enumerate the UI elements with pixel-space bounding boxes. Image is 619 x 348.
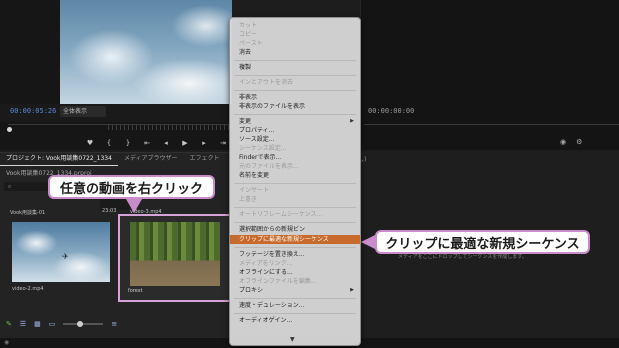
menu-separator <box>234 222 356 223</box>
menu-item-replace-footage[interactable]: フッテージを置き換え... <box>230 250 360 259</box>
program-monitor <box>360 0 619 150</box>
menu-separator <box>234 75 356 76</box>
step-forward-icon[interactable]: ▸ <box>200 139 208 147</box>
go-to-in-icon[interactable]: ⇤ <box>143 139 151 147</box>
menu-item-copy: コピー <box>239 31 258 38</box>
zoom-slider[interactable] <box>63 321 104 327</box>
tab-media-browser[interactable]: メディアブラウザー <box>118 152 184 166</box>
menu-separator <box>234 90 356 91</box>
menu-item-insert: インサート <box>239 187 270 194</box>
timeline-drop-hint: メディアをここにドロップしてシーケンスを作成します。 <box>398 254 527 260</box>
callout-pointer <box>126 199 142 213</box>
item-name: video-2.mp4 <box>12 286 44 292</box>
tab-effects[interactable]: エフェクト <box>184 152 226 166</box>
tab-project[interactable]: プロジェクト: Vook用談集0722_1334 <box>0 152 118 166</box>
bird-icon: ✈ <box>62 252 69 261</box>
menu-item-label: 変更 <box>239 118 252 125</box>
menu-item-audio-gain[interactable]: オーディオゲイン... <box>230 316 360 325</box>
menu-separator <box>234 298 356 299</box>
step-back-icon[interactable]: ◂ <box>162 139 170 147</box>
menu-item-auto-reframe: オートリフレームシーケンス... <box>239 211 323 218</box>
project-bottom-toolbar: ✎ ☰ ▦ ▭ ≡ <box>0 318 232 330</box>
out-point-icon[interactable]: } <box>124 139 132 147</box>
item-name: Vook用談集-01 <box>10 210 46 216</box>
project-panel-tabs: プロジェクト: Vook用談集0722_1334 メディアブラウザー エフェクト <box>0 152 232 166</box>
menu-item-reveal-in-finder[interactable]: Finderで表示... <box>230 153 360 162</box>
thumb-video-2[interactable]: ✈ <box>12 222 110 282</box>
menu-item-speed-duration[interactable]: 速度・デュレーション... <box>230 301 360 310</box>
menu-separator <box>234 114 356 115</box>
callout-right-click: 任意の動画を右クリック <box>48 175 215 199</box>
menu-item-show-hidden[interactable]: 非表示のファイルを表示 <box>230 102 360 111</box>
menu-item-link-media: メディアをリンク... <box>239 260 293 267</box>
play-icon[interactable]: ▶ <box>181 139 189 147</box>
source-video-preview <box>60 0 232 104</box>
icon-view-icon[interactable]: ▦ <box>34 320 41 328</box>
program-controls: ◉ ⚙ <box>560 138 582 146</box>
settings-icon[interactable]: ⚙ <box>576 138 582 146</box>
menu-item-label: プロキシ <box>239 287 264 294</box>
sky-thumbnail <box>12 222 110 282</box>
submenu-arrow-icon: ▶ <box>350 118 354 124</box>
list-view-icon[interactable]: ☰ <box>20 320 26 328</box>
thumb-forest[interactable]: forest <box>118 214 231 302</box>
export-frame-icon[interactable]: ◉ <box>560 138 566 146</box>
menu-separator <box>234 207 356 208</box>
context-menu: カット コピー ペースト 消去 複製 インとアウトを消去 非表示 非表示のファイ… <box>229 17 361 346</box>
in-point-icon[interactable]: { <box>105 139 113 147</box>
item-name: forest <box>128 288 143 294</box>
menu-item-sequence-settings: シーケンス設定... <box>239 145 287 152</box>
marker-icon[interactable]: ♥ <box>86 139 94 147</box>
menu-item-properties[interactable]: プロパティ... <box>230 126 360 135</box>
playhead-handle[interactable] <box>7 127 12 132</box>
go-to-out-icon[interactable]: ⇥ <box>219 139 227 147</box>
program-timecode[interactable]: 00:00:00:00 <box>368 107 414 115</box>
menu-item-clear-in-out: インとアウトを消去 <box>239 79 294 86</box>
menu-separator <box>234 313 356 314</box>
submenu-arrow-icon: ▶ <box>350 287 354 293</box>
sort-icon[interactable]: ≡ <box>111 320 117 328</box>
scroll-down-icon[interactable]: ▼ <box>290 336 295 343</box>
source-time-ruler[interactable] <box>8 124 232 132</box>
menu-item-new-bin-from-selection[interactable]: 選択範囲からの新規ビン <box>230 225 360 234</box>
menu-item-paste: ペースト <box>239 40 263 47</box>
menu-separator <box>234 60 356 61</box>
transport-controls: ♥ { } ⇤ ◂ ▶ ▸ ⇥ ⊕ <box>86 138 246 148</box>
forest-thumbnail <box>130 222 220 286</box>
menu-item-new-sequence-from-clip[interactable]: クリップに最適な新規シーケンス <box>230 235 360 244</box>
menu-item-overwrite: 上書き <box>239 196 258 203</box>
menu-item-hide[interactable]: 非表示 <box>230 93 360 102</box>
callout-new-sequence: クリップに最適な新規シーケンス <box>375 230 590 254</box>
menu-item-make-offline[interactable]: オフラインにする... <box>230 268 360 277</box>
menu-item-cut: カット <box>239 22 258 29</box>
menu-separator <box>234 247 356 248</box>
menu-item-reveal-original: 元のファイルを表示... <box>239 163 299 170</box>
menu-item-modify[interactable]: 変更 ▶ <box>230 117 360 126</box>
menu-item-source-settings[interactable]: ソース設定... <box>230 135 360 144</box>
menu-item-clear[interactable]: 消去 <box>230 48 360 57</box>
freeform-view-icon[interactable]: ▭ <box>49 320 56 328</box>
source-timecode[interactable]: 00:00:05:26 <box>10 107 56 115</box>
program-time-ruler[interactable] <box>364 124 619 125</box>
fit-select[interactable]: 全体表示 <box>60 106 106 117</box>
menu-item-edit-offline: オフラインファイルを編集... <box>239 278 317 285</box>
menu-item-duplicate[interactable]: 複製 <box>230 63 360 72</box>
item-duration: 23:03 <box>102 208 117 214</box>
menu-separator <box>234 183 356 184</box>
menu-item-proxy[interactable]: プロキシ ▶ <box>230 286 360 295</box>
menu-item-rename[interactable]: 名前を変更 <box>230 171 360 180</box>
pencil-icon[interactable]: ✎ <box>6 320 12 328</box>
status-icon: ◉ <box>4 339 10 346</box>
